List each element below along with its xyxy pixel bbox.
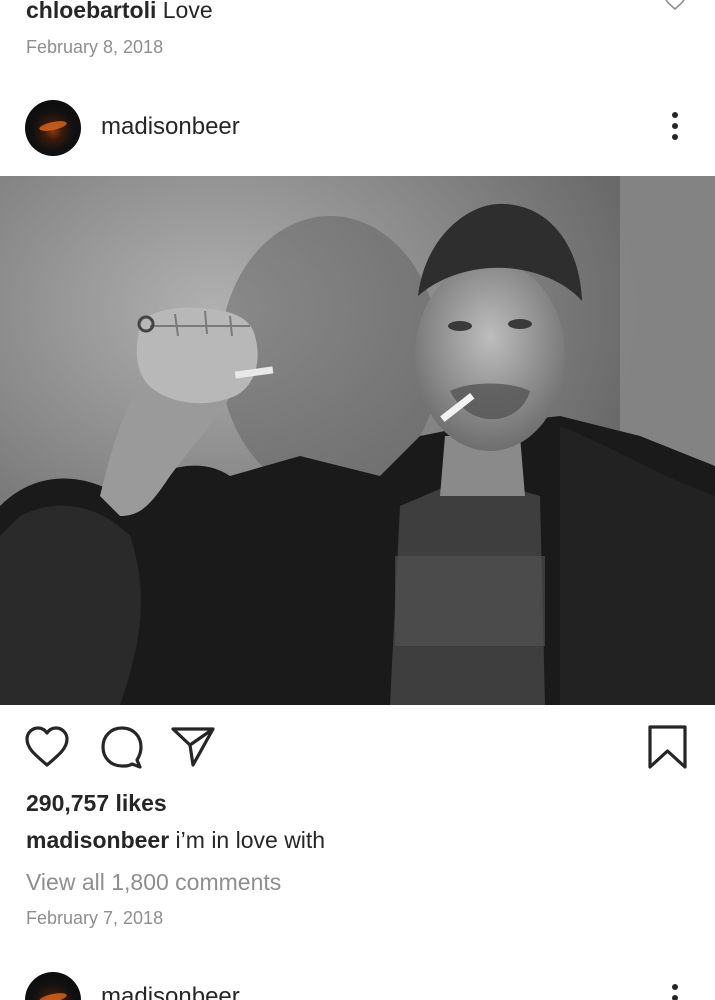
caption-text: i’m in love with [169,827,326,853]
post-date: February 7, 2018 [26,908,164,928]
comment-icon[interactable] [99,724,145,770]
post-caption: madisonbeer i’m in love with [26,827,325,854]
next-post-more-vertical-icon[interactable] [669,984,681,1000]
next-post-username[interactable]: madisonbeer [101,983,240,1000]
previous-post-date: February 8, 2018 [26,37,164,57]
avatar[interactable] [25,100,81,156]
previous-post-caption: chloebartoli Love [26,0,213,24]
previous-comment-heart-icon[interactable] [663,0,687,12]
previous-caption-username[interactable]: chloebartoli [26,0,156,23]
heart-icon[interactable] [24,724,70,770]
post-username[interactable]: madisonbeer [101,113,240,141]
next-post-header: madisonbeer [0,970,715,1000]
action-bar [0,724,715,772]
send-icon[interactable] [170,724,216,770]
next-post-avatar[interactable] [25,972,81,1000]
view-comments-link[interactable]: View all 1,800 comments [26,869,281,896]
more-vertical-icon[interactable] [669,112,681,144]
bookmark-icon[interactable] [645,724,691,770]
post-photo[interactable] [0,176,715,705]
likes-count[interactable]: 290,757 likes [26,790,167,817]
caption-username[interactable]: madisonbeer [26,827,169,853]
post-header: madisonbeer [0,98,715,160]
previous-caption-text: Love [156,0,213,23]
